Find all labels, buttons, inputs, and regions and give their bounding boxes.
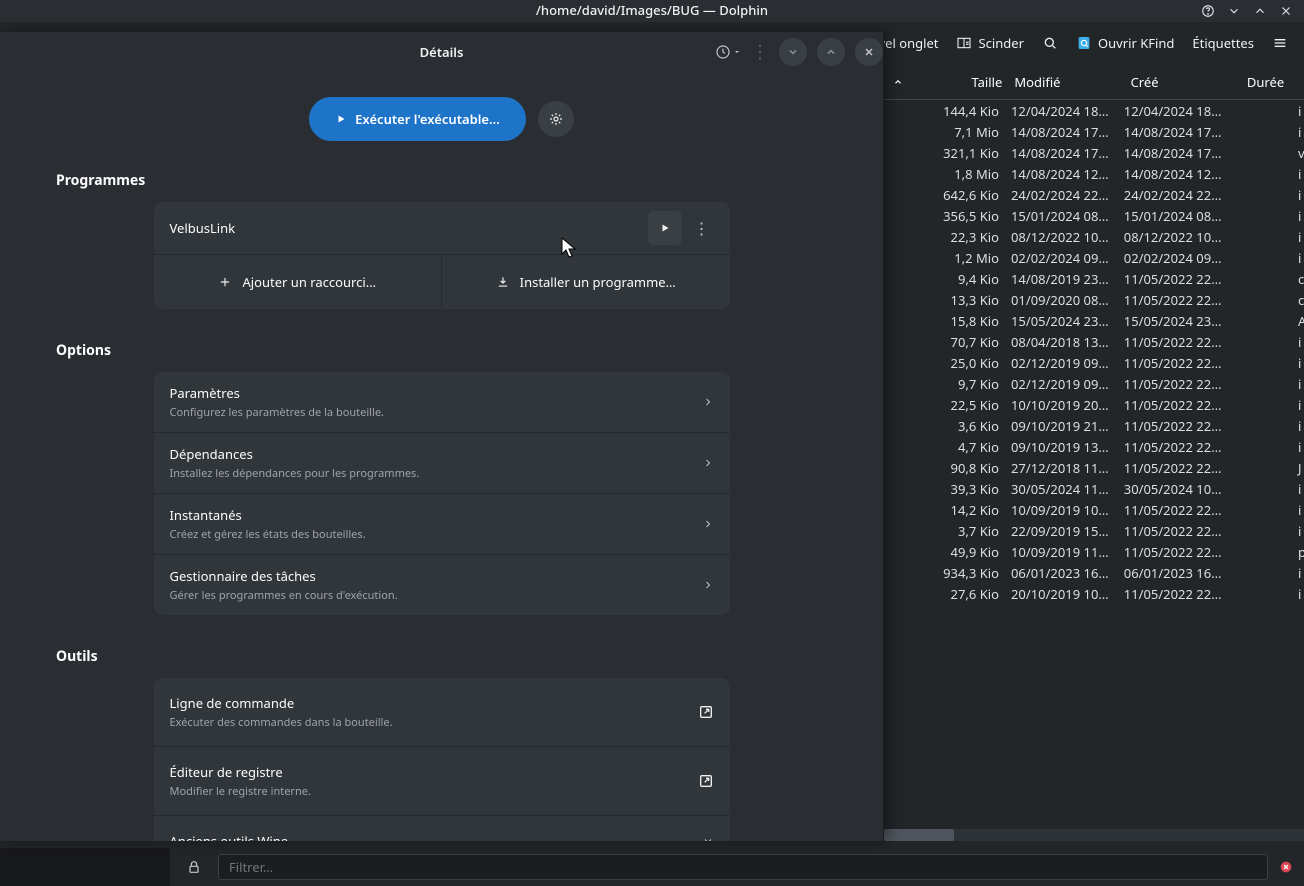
hamburger-menu[interactable] bbox=[1272, 35, 1288, 51]
section-tools: Outils bbox=[56, 647, 855, 666]
section-programs: Programmes bbox=[56, 171, 855, 190]
option-row[interactable]: ParamètresConfigurez les paramètres de l… bbox=[154, 372, 730, 433]
window-title: /home/david/Images/BUG — Dolphin bbox=[536, 1, 768, 19]
program-more-icon[interactable]: ⋮ bbox=[690, 211, 714, 245]
table-row[interactable]: 39,3 Kio30/05/2024 11:1130/05/2024 10:59… bbox=[884, 478, 1304, 499]
help-icon[interactable] bbox=[1200, 3, 1216, 19]
table-row[interactable]: 9,4 Kio14/08/2019 23:3011/05/2022 22:06c bbox=[884, 268, 1304, 289]
col-size[interactable]: Taille bbox=[912, 73, 1009, 91]
program-play-button[interactable] bbox=[648, 211, 682, 245]
table-row[interactable]: 14,2 Kio10/09/2019 10:3511/05/2022 22:06… bbox=[884, 499, 1304, 520]
table-row[interactable]: 70,7 Kio08/04/2018 13:3211/05/2022 22:06… bbox=[884, 331, 1304, 352]
section-options: Options bbox=[56, 341, 855, 360]
table-row[interactable]: 144,4 Kio12/04/2024 18:1612/04/2024 18:1… bbox=[884, 100, 1304, 121]
split-label: Scinder bbox=[978, 34, 1023, 52]
table-row[interactable]: 15,8 Kio15/05/2024 23:2115/05/2024 23:21… bbox=[884, 310, 1304, 331]
nav-up-button[interactable] bbox=[817, 38, 845, 66]
table-row[interactable]: 22,3 Kio08/12/2022 10:0708/12/2022 10:07… bbox=[884, 226, 1304, 247]
kfind-label: Ouvrir KFind bbox=[1098, 34, 1174, 52]
add-shortcut-label: Ajouter un raccourci… bbox=[242, 273, 376, 291]
add-shortcut-button[interactable]: Ajouter un raccourci… bbox=[154, 255, 443, 309]
sort-indicator-icon[interactable] bbox=[884, 77, 912, 87]
program-name: VelbusLink bbox=[170, 219, 648, 237]
install-program-button[interactable]: Installer un programme… bbox=[442, 255, 730, 309]
chevron-right-icon bbox=[702, 518, 714, 530]
chevron-right-icon bbox=[702, 579, 714, 591]
install-program-label: Installer un programme… bbox=[520, 273, 676, 291]
table-row[interactable]: 642,6 Kio24/02/2024 22:0824/02/2024 22:0… bbox=[884, 184, 1304, 205]
table-row[interactable]: 3,6 Kio09/10/2019 21:5211/05/2022 22:06i bbox=[884, 415, 1304, 436]
scrollbar-thumb[interactable] bbox=[884, 829, 954, 841]
window-controls bbox=[1200, 3, 1304, 19]
table-row[interactable]: 3,7 Kio22/09/2019 15:1111/05/2022 22:06i bbox=[884, 520, 1304, 541]
search-button[interactable] bbox=[1042, 35, 1058, 51]
table-row[interactable]: 13,3 Kio01/09/2020 08:3611/05/2022 22:06… bbox=[884, 289, 1304, 310]
file-table: Taille Modifié Créé Durée 144,4 Kio12/04… bbox=[884, 64, 1304, 841]
horizontal-scrollbar[interactable] bbox=[884, 829, 1304, 841]
table-row[interactable]: 356,5 Kio15/01/2024 08:3415/01/2024 08:3… bbox=[884, 205, 1304, 226]
filter-input[interactable] bbox=[218, 854, 1268, 880]
lock-icon[interactable] bbox=[180, 853, 208, 881]
tool-row[interactable]: Anciens outils Wine bbox=[154, 816, 730, 841]
option-row[interactable]: Gestionnaire des tâchesGérer les program… bbox=[154, 555, 730, 615]
menu-dots-icon[interactable]: ⋮ bbox=[751, 40, 769, 64]
kfind-button[interactable]: Ouvrir KFind bbox=[1076, 34, 1174, 52]
chevron-down-icon bbox=[702, 835, 714, 841]
file-rows[interactable]: 144,4 Kio12/04/2024 18:1612/04/2024 18:1… bbox=[884, 100, 1304, 604]
close-icon[interactable] bbox=[1278, 3, 1294, 19]
tools-card: Ligne de commandeExécuter des commandes … bbox=[154, 678, 730, 841]
panel-bottom-left bbox=[0, 848, 170, 886]
col-created[interactable]: Créé bbox=[1125, 73, 1241, 91]
table-row[interactable]: 49,9 Kio10/09/2019 11:0211/05/2022 22:06… bbox=[884, 541, 1304, 562]
nav-down-button[interactable] bbox=[779, 38, 807, 66]
chevron-right-icon bbox=[702, 457, 714, 469]
chevron-right-icon bbox=[702, 396, 714, 408]
table-row[interactable]: 90,8 Kio27/12/2018 11:3911/05/2022 22:06… bbox=[884, 457, 1304, 478]
split-button[interactable]: Scinder bbox=[956, 34, 1023, 52]
table-row[interactable]: 321,1 Kio14/08/2024 17:2514/08/2024 17:2… bbox=[884, 142, 1304, 163]
filter-bar bbox=[170, 848, 1304, 886]
run-executable-button[interactable]: Exécuter l'exécutable… bbox=[309, 97, 526, 141]
close-panel-button[interactable] bbox=[855, 38, 883, 66]
table-row[interactable]: 25,0 Kio02/12/2019 09:3811/05/2022 22:06… bbox=[884, 352, 1304, 373]
details-panel: Détails ⋮ Exécuter l'exécutable… Program… bbox=[0, 32, 884, 841]
tool-row[interactable]: Éditeur de registreModifier le registre … bbox=[154, 747, 730, 816]
option-row[interactable]: InstantanésCréez et gérez les états des … bbox=[154, 494, 730, 555]
table-row[interactable]: 4,7 Kio09/10/2019 13:3511/05/2022 22:06i bbox=[884, 436, 1304, 457]
tags-label: Étiquettes bbox=[1192, 34, 1254, 52]
minimize-icon[interactable] bbox=[1226, 3, 1242, 19]
run-executable-label: Exécuter l'exécutable… bbox=[355, 110, 500, 128]
table-row[interactable]: 1,8 Mio14/08/2024 12:1614/08/2024 12:17i bbox=[884, 163, 1304, 184]
filter-clear-icon[interactable] bbox=[1278, 859, 1294, 875]
table-row[interactable]: 1,2 Mio02/02/2024 09:1102/02/2024 09:11i bbox=[884, 247, 1304, 268]
tags-button[interactable]: Étiquettes bbox=[1192, 34, 1254, 52]
maximize-icon[interactable] bbox=[1252, 3, 1268, 19]
program-item[interactable]: VelbusLink ⋮ bbox=[154, 202, 730, 254]
settings-gear-button[interactable] bbox=[538, 101, 574, 137]
option-row[interactable]: DépendancesInstallez les dépendances pou… bbox=[154, 433, 730, 494]
open-external-icon bbox=[698, 773, 714, 789]
programs-card: VelbusLink ⋮ Ajouter un raccourci… Insta… bbox=[154, 202, 730, 309]
table-row[interactable]: 27,6 Kio20/10/2019 10:5911/05/2022 22:06… bbox=[884, 583, 1304, 604]
table-row[interactable]: 22,5 Kio10/10/2019 20:3511/05/2022 22:06… bbox=[884, 394, 1304, 415]
col-duration[interactable]: Durée bbox=[1241, 73, 1304, 91]
window-titlebar: /home/david/Images/BUG — Dolphin bbox=[0, 0, 1304, 22]
open-external-icon bbox=[698, 704, 714, 720]
details-header: Détails ⋮ bbox=[0, 32, 883, 72]
table-row[interactable]: 934,3 Kio06/01/2023 16:1106/01/2023 16:1… bbox=[884, 562, 1304, 583]
options-card: ParamètresConfigurez les paramètres de l… bbox=[154, 372, 730, 615]
history-button[interactable] bbox=[715, 44, 741, 60]
tool-row[interactable]: Ligne de commandeExécuter des commandes … bbox=[154, 678, 730, 747]
details-title: Détails bbox=[420, 43, 464, 61]
file-table-header[interactable]: Taille Modifié Créé Durée bbox=[884, 64, 1304, 100]
col-modified[interactable]: Modifié bbox=[1008, 73, 1124, 91]
table-row[interactable]: 9,7 Kio02/12/2019 09:3911/05/2022 22:06i bbox=[884, 373, 1304, 394]
table-row[interactable]: 7,1 Mio14/08/2024 17:2614/08/2024 17:26i bbox=[884, 121, 1304, 142]
